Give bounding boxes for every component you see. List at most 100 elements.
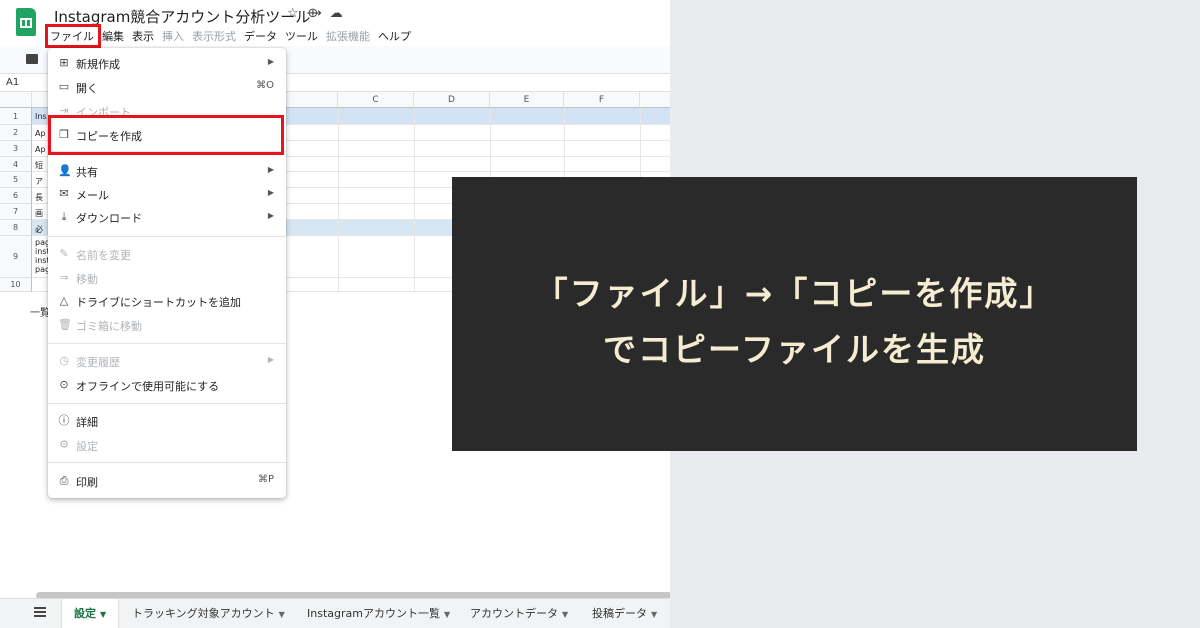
tab-label: アカウントデータ	[470, 607, 558, 620]
row-header[interactable]: 6	[0, 188, 32, 204]
menu-divider	[48, 236, 286, 237]
menu-insert[interactable]: 挿入	[162, 28, 184, 44]
tab-label: トラッキング対象アカウント	[132, 607, 275, 620]
row-header[interactable]: 4	[0, 157, 32, 172]
tab-dropdown-icon[interactable]: ▼	[562, 610, 568, 619]
column-header-d[interactable]: D	[414, 92, 490, 108]
column-header-c[interactable]: C	[338, 92, 414, 108]
menu-item-offline[interactable]: ⊙ オフラインで使用可能にする	[48, 374, 286, 396]
menu-item-share[interactable]: 👤 共有 ▶	[48, 160, 286, 182]
file-menu-highlight	[45, 24, 101, 48]
toolbar-print-icon[interactable]	[26, 54, 38, 64]
submenu-arrow-icon: ▶	[267, 165, 274, 174]
row-header[interactable]: 7	[0, 204, 32, 220]
row-header[interactable]: 3	[0, 141, 32, 157]
menu-item-label: 設定	[76, 440, 98, 453]
history-icon: ◷	[59, 354, 69, 367]
make-copy-highlight	[48, 115, 284, 155]
move-to-folder-icon[interactable]: ⟴	[307, 6, 322, 21]
below-grid-text: 一覧	[30, 308, 50, 319]
menu-item-open[interactable]: ▭ 開く ⌘O	[48, 76, 286, 98]
menu-data[interactable]: データ	[244, 28, 277, 44]
tab-instagram-accounts[interactable]: Instagramアカウント一覧 ▼	[307, 599, 450, 628]
menu-item-label: メール	[76, 189, 109, 202]
cell-a5[interactable]: ア	[35, 176, 43, 187]
row-header[interactable]: 10	[0, 278, 32, 292]
menu-item-label: オフラインで使用可能にする	[76, 380, 220, 393]
menu-item-version-history[interactable]: ◷ 変更履歴 ▶	[48, 350, 286, 372]
column-header-g[interactable]	[640, 92, 670, 108]
corner-header[interactable]	[0, 92, 32, 108]
all-sheets-menu-icon[interactable]	[34, 607, 46, 617]
tab-dropdown-icon[interactable]: ▼	[100, 610, 106, 619]
menu-item-label: 印刷	[76, 476, 98, 489]
cell-a7[interactable]: 画	[35, 208, 43, 219]
menu-item-new[interactable]: ⊞ 新規作成 ▶	[48, 52, 286, 74]
menu-item-details[interactable]: ⓘ 詳細	[48, 410, 286, 432]
menu-item-label: 変更履歴	[76, 356, 120, 369]
menu-view[interactable]: 表示	[132, 28, 154, 44]
column-header-f[interactable]: F	[564, 92, 640, 108]
menu-format[interactable]: 表示形式	[192, 28, 236, 44]
cell-a4[interactable]: 短	[35, 160, 43, 171]
row-header[interactable]: 5	[0, 172, 32, 188]
tab-label: 設定	[74, 607, 96, 620]
menu-extensions[interactable]: 拡張機能	[326, 28, 370, 44]
cell-a2[interactable]: Ap	[35, 129, 46, 138]
row-header[interactable]: 1	[0, 108, 32, 125]
sheets-logo-icon[interactable]	[16, 8, 36, 36]
menu-item-label: ゴミ箱に移動	[76, 320, 142, 333]
cell-a3[interactable]: Ap	[35, 145, 46, 154]
rename-icon: ✎	[59, 247, 69, 260]
row-header[interactable]: 9	[0, 236, 32, 278]
menu-item-print[interactable]: ⎙ 印刷 ⌘P	[48, 470, 286, 492]
cell-reference[interactable]: A1	[6, 77, 19, 88]
menu-edit[interactable]: 編集	[102, 28, 124, 44]
sheet-tab-bar: 設定 ▼ トラッキング対象アカウント ▼ Instagramアカウント一覧 ▼ アカウ…	[0, 598, 670, 628]
folder-icon: ▭	[58, 80, 70, 93]
drive-shortcut-icon: △	[59, 294, 69, 307]
menu-item-add-shortcut[interactable]: △ ドライブにショートカットを追加	[48, 290, 286, 312]
menu-item-label: 詳細	[76, 416, 98, 429]
trash-icon: 🗑	[58, 318, 72, 331]
print-icon: ⎙	[59, 474, 69, 487]
cell-a8[interactable]: 必	[35, 224, 43, 235]
column-header-e[interactable]: E	[490, 92, 564, 108]
instruction-overlay: 「ファイル」→「コピーを作成」 でコピーファイルを生成	[452, 177, 1137, 451]
offline-icon: ⊙	[59, 378, 69, 391]
tab-post-data[interactable]: 投稿データ ▼	[592, 599, 657, 628]
tab-dropdown-icon[interactable]: ▼	[279, 610, 285, 619]
submenu-arrow-icon: ▶	[267, 355, 274, 364]
tab-tracking-accounts[interactable]: トラッキング対象アカウント ▼	[132, 599, 285, 628]
info-icon: ⓘ	[58, 414, 70, 427]
menu-item-label: 新規作成	[76, 58, 120, 71]
menu-item-email[interactable]: ✉ メール ▶	[48, 183, 286, 205]
tab-label: 投稿データ	[592, 607, 647, 620]
tab-label: Instagramアカウント一覧	[307, 607, 440, 620]
tab-account-data[interactable]: アカウントデータ ▼	[470, 599, 568, 628]
menu-help[interactable]: ヘルプ	[378, 28, 411, 44]
cloud-status-icon[interactable]: ☁	[330, 6, 343, 21]
tab-dropdown-icon[interactable]: ▼	[444, 610, 450, 619]
shortcut-label: ⌘P	[257, 474, 274, 485]
menu-item-settings[interactable]: ⚙ 設定	[48, 434, 286, 456]
tab-settings[interactable]: 設定 ▼	[62, 599, 119, 628]
move-icon: ⇒	[59, 271, 69, 284]
menu-divider	[48, 462, 286, 463]
menu-item-label: 共有	[76, 166, 98, 179]
menu-item-download[interactable]: ⤓ ダウンロード ▶	[48, 206, 286, 228]
cell-a6[interactable]: 長	[35, 192, 43, 203]
share-icon: 👤	[58, 164, 72, 177]
menu-item-label: ダウンロード	[76, 212, 142, 225]
row-header[interactable]: 2	[0, 125, 32, 141]
star-icon[interactable]: ☆	[287, 6, 299, 21]
menu-tools[interactable]: ツール	[285, 28, 318, 44]
menu-item-move[interactable]: ⇒ 移動	[48, 267, 286, 289]
menu-item-rename[interactable]: ✎ 名前を変更	[48, 243, 286, 265]
mail-icon: ✉	[59, 187, 69, 200]
menu-item-trash[interactable]: 🗑 ゴミ箱に移動	[48, 314, 286, 336]
download-icon: ⤓	[61, 210, 67, 223]
cell-a1[interactable]: Ins	[35, 112, 47, 121]
tab-dropdown-icon[interactable]: ▼	[651, 610, 657, 619]
row-header[interactable]: 8	[0, 220, 32, 236]
